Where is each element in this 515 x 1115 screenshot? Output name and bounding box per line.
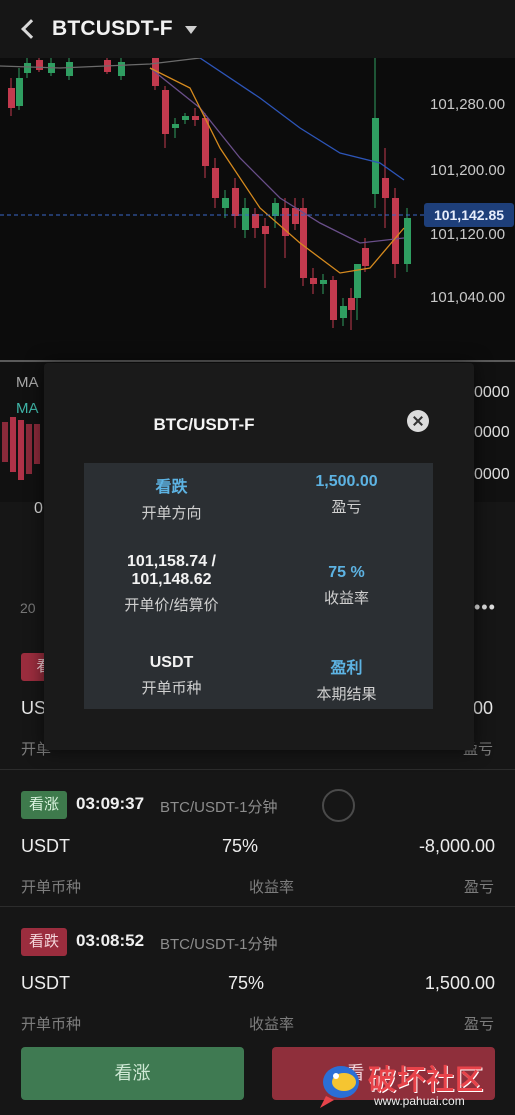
caret-down-icon[interactable] <box>184 26 197 34</box>
direction-label: 开单方向 <box>141 505 202 522</box>
direction-cell: 看跌 开单方向 <box>84 473 259 523</box>
price-axis-label: 101,040.00 <box>430 289 506 306</box>
watermark-text: 破坏社区 <box>368 1064 485 1095</box>
currency-value: USDT <box>149 654 194 671</box>
direction-value: 看跌 <box>155 479 188 496</box>
price-axis-label: 101,200.00 <box>430 162 506 179</box>
candlestick-chart[interactable]: 101,280.00 101,200.00 101,120.00 101,040… <box>0 58 515 360</box>
direction-badge: 看跌 <box>21 928 67 956</box>
order-currency: US <box>21 698 47 718</box>
order-rate-label: 收益率 <box>249 1016 295 1033</box>
price-value-open: 101,158.74 / <box>127 553 216 570</box>
rate-cell: 75 % 收益率 <box>259 564 434 608</box>
back-chevron-icon[interactable] <box>21 19 41 39</box>
pnl-label: 盈亏 <box>331 499 362 516</box>
price-label: 开单价/结算价 <box>124 597 219 614</box>
order-pnl: -8,000.00 <box>418 836 495 856</box>
order-rate: 75% <box>228 973 265 993</box>
pnl-value: 1,500.00 <box>315 473 378 490</box>
modal-title: BTC/USDT-F <box>153 415 255 434</box>
result-cell: 盈利 本期结果 <box>259 654 434 704</box>
price-axis-label: 101,280.00 <box>430 96 506 113</box>
order-currency-label: 开单币种 <box>21 879 82 896</box>
direction-badge: 看涨 <box>21 791 67 819</box>
price-axis-label: 101,120.00 <box>430 226 506 243</box>
watermark-mascot-icon <box>320 1066 359 1108</box>
buy-up-button[interactable]: 看涨 <box>21 1047 244 1100</box>
order-pair: BTC/USDT-1分钟 <box>160 799 278 816</box>
currency-label: 开单币种 <box>141 680 202 697</box>
order-rate-label: 收益率 <box>249 879 295 896</box>
order-detail-modal: BTC/USDT-F 看跌 开单方向 1,500.00 盈亏 101,158.7… <box>44 363 474 750</box>
order-currency: USDT <box>21 973 70 993</box>
volume-axis-label: 0000 <box>474 466 510 483</box>
rate-value: 75 % <box>328 564 365 581</box>
order-pnl-label: 盈亏 <box>463 879 494 896</box>
order-card[interactable]: 看跌 03:08:52 BTC/USDT-1分钟 USDT 75% 1,500.… <box>0 906 515 1043</box>
volume-axis-label: 0000 <box>474 384 510 401</box>
fragment-text: 0 <box>34 500 43 517</box>
order-info-grid: 看跌 开单方向 1,500.00 盈亏 101,158.74 / 101,148… <box>84 463 433 709</box>
symbol-title[interactable]: BTCUSDT-F <box>52 17 173 41</box>
order-card[interactable]: 看涨 03:09:37 BTC/USDT-1分钟 USDT 75% -8,000… <box>0 769 515 906</box>
order-time: 03:09:37 <box>76 794 145 813</box>
result-label: 本期结果 <box>316 686 377 703</box>
price-value-settle: 101,148.62 <box>131 571 212 588</box>
more-dots-icon[interactable]: ••• <box>474 597 496 618</box>
order-rate: 75% <box>222 836 259 856</box>
header: BTCUSDT-F <box>0 0 515 58</box>
pnl-cell: 1,500.00 盈亏 <box>259 473 434 517</box>
watermark-url: www.pahuai.com <box>374 1094 465 1108</box>
watermark-logo: 破坏社区 www.pahuai.com <box>316 1054 512 1112</box>
order-pnl-label: 盈亏 <box>463 1016 494 1033</box>
ma-label: MA <box>16 400 39 417</box>
current-price-badge: 101,142.85 <box>424 203 514 227</box>
result-value: 盈利 <box>330 660 363 677</box>
order-currency: USDT <box>21 836 70 856</box>
rate-label: 收益率 <box>323 590 369 607</box>
order-pnl: 00 <box>473 698 494 718</box>
close-icon[interactable] <box>407 410 429 432</box>
order-time: 03:08:52 <box>76 931 145 950</box>
order-pnl: 1,500.00 <box>424 973 495 993</box>
currency-cell: USDT 开单币种 <box>84 654 259 698</box>
ma-label: MA <box>16 374 39 391</box>
date-fragment: 20 <box>20 600 36 616</box>
price-cell: 101,158.74 / 101,148.62 开单价/结算价 <box>84 553 259 615</box>
order-pair: BTC/USDT-1分钟 <box>160 936 278 953</box>
volume-axis-label: 0000 <box>474 424 510 441</box>
order-currency-label: 开单币种 <box>21 1016 82 1033</box>
loading-spinner-icon <box>322 789 355 822</box>
